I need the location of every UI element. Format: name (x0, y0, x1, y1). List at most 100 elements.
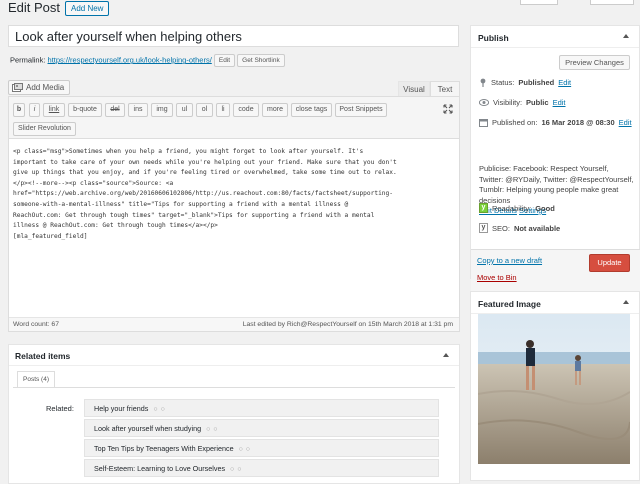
related-item-title: Help your friends (94, 404, 149, 413)
related-list-item[interactable]: Help your friends ○○ (84, 399, 439, 417)
item-controls-icon[interactable]: ○○ (230, 466, 244, 473)
item-controls-icon[interactable]: ○○ (206, 426, 220, 433)
seo-label: SEO: (492, 223, 510, 233)
code-line: href="https://web.archive.org/web/201606… (13, 190, 393, 198)
published-on-row: Published on: 16 Mar 2018 @ 08:30 Edit (479, 118, 632, 127)
qt-ol-button[interactable]: ol (196, 103, 213, 117)
seo-value: Not available (513, 223, 561, 233)
publish-header[interactable]: Publish (471, 26, 639, 48)
code-line: [mla_featured_field] (13, 232, 88, 240)
code-line: someone-with-a-mental-illness" title="Ti… (13, 200, 349, 208)
readability-label: Readability: (492, 203, 532, 213)
publish-box: Publish Preview Changes Status: Published… (470, 25, 640, 293)
qt-close-tags-button[interactable]: close tags (291, 103, 332, 117)
seo-row: y SEO: Not available (479, 223, 560, 233)
related-items-header[interactable]: Related items (9, 345, 459, 366)
readability-icon: y (479, 203, 488, 213)
fullscreen-expand-icon[interactable] (443, 104, 453, 114)
status-edit-link[interactable]: Edit (558, 78, 571, 87)
related-item-title: Top Ten Tips by Teenagers With Experienc… (94, 444, 234, 453)
published-on-value: 16 Mar 2018 @ 08:30 (541, 118, 615, 127)
editor-status-bar: Word count: 67 Last edited by Rich@Respe… (9, 317, 459, 331)
code-line: <p class="msg">Sometimes when you help a… (13, 148, 364, 155)
code-line: give up things that you enjoy, and if yo… (13, 169, 397, 177)
status-value: Published (518, 78, 555, 87)
status-row: Status: Published Edit (479, 78, 571, 87)
visibility-edit-link[interactable]: Edit (553, 98, 566, 107)
calendar-icon (479, 119, 488, 127)
add-media-label: Add Media (26, 83, 65, 92)
related-list-item[interactable]: Self-Esteem: Learning to Love Ourselves ○… (84, 459, 439, 477)
published-on-edit-link[interactable]: Edit (619, 118, 632, 127)
qt-more-button[interactable]: more (262, 103, 288, 117)
code-line: illness @ ReachOut.com: Get through toug… (13, 222, 218, 230)
related-items-title: Related items (15, 351, 71, 361)
page-title: Edit Post (8, 0, 61, 15)
permalink-link[interactable]: https://respectyourself.org.uk/look-help… (48, 55, 212, 64)
editor-content[interactable]: <p class="msg">Sometimes when you help a… (13, 147, 455, 242)
update-button[interactable]: Update (589, 254, 630, 272)
collapse-caret-icon[interactable] (443, 353, 449, 357)
permalink-label: Permalink: (10, 55, 46, 65)
posts-tab[interactable]: Posts (4) (17, 371, 56, 388)
tab-text[interactable]: Text (430, 81, 460, 97)
item-controls-icon[interactable]: ○○ (153, 406, 167, 413)
related-list-item[interactable]: Look after yourself when studying ○○ (84, 419, 439, 437)
featured-image[interactable] (478, 314, 630, 464)
qt-ul-button[interactable]: ul (176, 103, 193, 117)
copy-to-draft-link[interactable]: Copy to a new draft (477, 256, 542, 265)
publicise-text: Publicise: Facebook: Respect Yourself, T… (479, 164, 634, 205)
quicktags-toolbar: b i link b-quote del ins img ul ol li co… (9, 97, 459, 139)
related-label: Related: (46, 404, 74, 413)
visibility-value: Public (526, 98, 549, 107)
media-icon (12, 83, 23, 92)
visibility-row: Visibility: Public Edit (479, 98, 566, 107)
collapse-caret-icon[interactable] (623, 34, 629, 38)
publish-title: Publish (478, 33, 509, 43)
seo-icon: y (479, 223, 488, 233)
add-new-button[interactable]: Add New (65, 1, 110, 16)
post-title-input[interactable] (8, 25, 459, 47)
text-editor[interactable]: b i link b-quote del ins img ul ol li co… (8, 96, 460, 332)
tab-divider (13, 387, 455, 388)
qt-code-button[interactable]: code (233, 103, 259, 117)
readability-row: y Readability: Good (479, 203, 555, 213)
qt-italic-button[interactable]: i (29, 103, 40, 117)
qt-del-button[interactable]: del (105, 103, 125, 117)
qt-link-button[interactable]: link (43, 103, 65, 117)
related-list-item[interactable]: Top Ten Tips by Teenagers With Experienc… (84, 439, 439, 457)
pin-icon (480, 78, 486, 87)
preview-changes-button[interactable]: Preview Changes (559, 55, 630, 70)
qt-blockquote-button[interactable]: b-quote (68, 103, 102, 117)
featured-image-header[interactable]: Featured Image (471, 292, 639, 314)
code-line: ReachOut.com: Get through tough times" t… (13, 211, 375, 219)
tab-visual[interactable]: Visual (398, 81, 430, 97)
move-to-bin-link[interactable]: Move to Bin (477, 273, 517, 282)
qt-img-button[interactable]: img (151, 103, 173, 117)
readability-value: Good (535, 203, 555, 213)
code-line: </p><!--more--><p class="source">Source:… (13, 179, 174, 187)
related-item-title: Self-Esteem: Learning to Love Ourselves (94, 464, 226, 473)
qt-li-button[interactable]: li (216, 103, 230, 117)
featured-image-title: Featured Image (478, 299, 541, 309)
published-on-label: Published on: (492, 118, 538, 127)
qt-slider-revolution-button[interactable]: Slider Revolution (13, 122, 76, 136)
collapse-caret-icon[interactable] (623, 300, 629, 304)
help-tab[interactable] (590, 0, 634, 5)
related-items-box: Related items Posts (4) Related: Help yo… (8, 344, 460, 484)
word-count: Word count: 67 (13, 321, 59, 328)
related-item-title: Look after yourself when studying (94, 424, 202, 433)
qt-post-snippets-button[interactable]: Post Snippets (335, 103, 387, 117)
add-media-button[interactable]: Add Media (8, 80, 71, 95)
permalink-edit-button[interactable]: Edit (213, 54, 236, 67)
visibility-label: Visibility: (493, 98, 523, 107)
featured-image-box: Featured Image (470, 291, 640, 481)
permalink-row: Permalink: https://respectyourself.org.u… (10, 54, 285, 67)
item-controls-icon[interactable]: ○○ (239, 446, 253, 453)
qt-ins-button[interactable]: ins (128, 103, 148, 117)
last-edited: Last edited by Rich@RespectYourself on 1… (242, 321, 453, 328)
screen-options-tab[interactable] (520, 0, 558, 5)
qt-bold-button[interactable]: b (13, 103, 25, 117)
code-line: important to take care of your own needs… (13, 158, 397, 166)
get-shortlink-button[interactable]: Get Shortlink (237, 54, 285, 67)
